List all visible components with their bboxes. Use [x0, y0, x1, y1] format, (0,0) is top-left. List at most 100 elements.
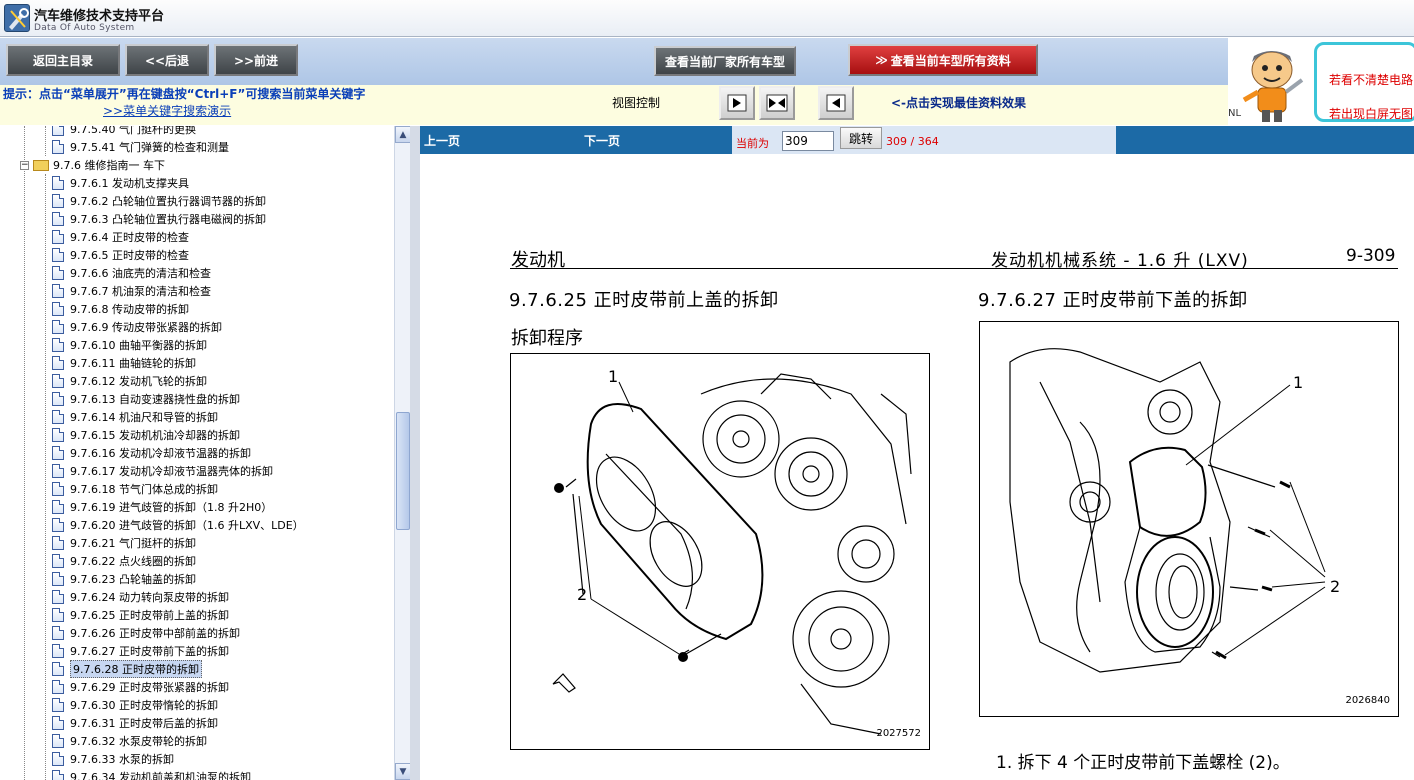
tree-item-label: 9.7.6.17 发动机冷却液节温器壳体的拆卸: [70, 465, 273, 478]
tree-item-label: 9.7.6.30 正时皮带惰轮的拆卸: [70, 699, 218, 712]
tree-item[interactable]: 9.7.6.31 正时皮带后盖的拆卸: [52, 714, 218, 732]
view-expand-right-button[interactable]: [719, 86, 755, 120]
tree-item[interactable]: 9.7.5.41 气门弹簧的检查和测量: [52, 138, 229, 156]
next-page-link[interactable]: 下一页: [584, 132, 620, 149]
tree-item[interactable]: 9.7.6.2 凸轮轴位置执行器调节器的拆卸: [52, 192, 266, 210]
tree-item[interactable]: 9.7.6.7 机油泵的清洁和检查: [52, 282, 211, 300]
tree-item-label: 9.7.6.11 曲轴链轮的拆卸: [70, 357, 196, 370]
tree-item[interactable]: 9.7.6.12 发动机飞轮的拆卸: [52, 372, 207, 390]
tree-item-label: 9.7.6.3 凸轮轴位置执行器电磁阀的拆卸: [70, 213, 266, 226]
tree-item-label: 9.7.6.23 凸轮轴盖的拆卸: [70, 573, 196, 586]
document-icon: [52, 410, 64, 424]
figure-code-left: 2027572: [876, 728, 921, 739]
ad-panel[interactable]: 若看不清楚电路 若出现白屏无图 NL: [1228, 38, 1414, 126]
tree-item[interactable]: 9.7.6.5 正时皮带的检查: [52, 246, 189, 264]
tree-item[interactable]: 9.7.6.25 正时皮带前上盖的拆卸: [52, 606, 229, 624]
tree-item[interactable]: 9.7.6.9 传动皮带张紧器的拆卸: [52, 318, 222, 336]
scroll-thumb[interactable]: [396, 412, 410, 530]
forward-button[interactable]: >>前进: [214, 44, 298, 76]
document-icon: [52, 392, 64, 406]
prev-page-link[interactable]: 上一页: [424, 132, 460, 149]
page-nav-bar: 上一页 下一页 当前为 跳转 309 / 364: [420, 126, 1414, 154]
hint-bar: 提示：点击“菜单展开”再在键盘按“Ctrl+F”可搜索当前菜单关键字 >>菜单关…: [0, 85, 1228, 125]
header-divider: [510, 268, 1398, 269]
tree-item[interactable]: 9.7.6.28 正时皮带的拆卸: [52, 660, 202, 678]
tree-item[interactable]: 9.7.6.17 发动机冷却液节温器壳体的拆卸: [52, 462, 273, 480]
tree-item-label: 9.7.6.32 水泵皮带轮的拆卸: [70, 735, 207, 748]
document-icon: [52, 302, 64, 316]
pane-splitter[interactable]: [410, 126, 420, 780]
document-icon: [52, 126, 64, 136]
tree-item-label: 9.7.6.19 进气歧管的拆卸（1.8 升2H0）: [70, 501, 273, 514]
tree-item-label: 9.7.6.25 正时皮带前上盖的拆卸: [70, 609, 229, 622]
tree-item[interactable]: 9.7.6.19 进气歧管的拆卸（1.8 升2H0）: [52, 498, 272, 516]
view-all-docs-button[interactable]: ≫ 查看当前车型所有资料: [848, 44, 1038, 76]
tree-item[interactable]: 9.7.6.29 正时皮带张紧器的拆卸: [52, 678, 229, 696]
tree-item[interactable]: 9.7.6.34 发动机前盖和机油泵的拆卸: [52, 768, 251, 780]
view-collapse-left-button[interactable]: [818, 86, 854, 120]
tree-item[interactable]: 9.7.6.26 正时皮带中部前盖的拆卸: [52, 624, 240, 642]
tree-item-label: 9.7.6.33 水泵的拆卸: [70, 753, 174, 766]
tree-item[interactable]: 9.7.6.13 自动变速器挠性盘的拆卸: [52, 390, 240, 408]
tree-item-label: 9.7.6.16 发动机冷却液节温器的拆卸: [70, 447, 251, 460]
document-icon: [52, 446, 64, 460]
tree-folder[interactable]: − 9.7.6 维修指南一 车下: [20, 156, 165, 174]
jump-button[interactable]: 跳转: [840, 127, 882, 149]
tree-item-label: 9.7.6.13 自动变速器挠性盘的拆卸: [70, 393, 240, 406]
document-icon: [52, 680, 64, 694]
collapse-left-icon: [826, 94, 846, 112]
figure-code-right: 2026840: [1345, 695, 1390, 706]
document-icon: [52, 248, 64, 262]
tree-item[interactable]: 9.7.6.11 曲轴链轮的拆卸: [52, 354, 196, 372]
expand-right-icon: [727, 94, 747, 112]
figure-lower-timing-cover: 1 2 2026840: [979, 321, 1399, 717]
tree-item[interactable]: 9.7.6.24 动力转向泵皮带的拆卸: [52, 588, 229, 606]
document-icon: [52, 644, 64, 658]
tree-item[interactable]: 9.7.6.30 正时皮带惰轮的拆卸: [52, 696, 218, 714]
page-number-input[interactable]: [782, 131, 834, 151]
search-demo-link[interactable]: >>菜单关键字搜索演示: [103, 102, 231, 119]
document-icon: [52, 356, 64, 370]
tree-item[interactable]: 9.7.6.6 油底壳的清洁和检查: [52, 264, 211, 282]
tree-item[interactable]: 9.7.6.1 发动机支撑夹具: [52, 174, 189, 192]
tree-item[interactable]: 9.7.6.8 传动皮带的拆卸: [52, 300, 189, 318]
tree-connector: [45, 174, 46, 780]
tree-item[interactable]: 9.7.6.16 发动机冷却液节温器的拆卸: [52, 444, 251, 462]
document-icon: [52, 518, 64, 532]
scroll-up-arrow-icon[interactable]: ▲: [395, 126, 411, 143]
tree-item[interactable]: 9.7.6.18 节气门体总成的拆卸: [52, 480, 218, 498]
callout-2-right: 2: [1330, 577, 1340, 596]
view-split-button[interactable]: [759, 86, 795, 120]
tree-item[interactable]: 9.7.6.23 凸轮轴盖的拆卸: [52, 570, 196, 588]
tree-item[interactable]: 9.7.6.20 进气歧管的拆卸（1.6 升LXV、LDE）: [52, 516, 304, 534]
view-all-models-button[interactable]: 查看当前厂家所有车型: [654, 46, 796, 76]
tree-item-label: 9.7.6.8 传动皮带的拆卸: [70, 303, 189, 316]
tree-item[interactable]: 9.7.6.10 曲轴平衡器的拆卸: [52, 336, 207, 354]
timing-cover-illustration: 1 2: [552, 367, 912, 735]
tree-scrollbar[interactable]: ▲ ▼: [394, 126, 411, 780]
menu-tree: 9.7.5.40 气门挺杆的更换 9.7.5.41 气门弹簧的检查和测量 − 9.7.…: [0, 126, 394, 780]
document-icon: [52, 320, 64, 334]
doc-page-number: 9-309: [1346, 246, 1396, 266]
scroll-down-arrow-icon[interactable]: ▼: [395, 763, 411, 780]
tree-item-label: 9.7.6.20 进气歧管的拆卸（1.6 升LXV、LDE）: [70, 519, 304, 532]
tree-item[interactable]: 9.7.6.3 凸轮轴位置执行器电磁阀的拆卸: [52, 210, 266, 228]
toolbar: 返回主目录 <<后退 >>前进 查看当前厂家所有车型 ≫ 查看当前车型所有资料: [0, 38, 1228, 85]
tree-item[interactable]: 9.7.6.4 正时皮带的检查: [52, 228, 189, 246]
lower-cover-illustration: 1 2: [1009, 348, 1340, 673]
home-button[interactable]: 返回主目录: [6, 44, 120, 76]
app-subtitle: Data Of Auto System: [34, 23, 135, 33]
tree-item[interactable]: 9.7.6.14 机油尺和导管的拆卸: [52, 408, 218, 426]
tree-item-label: 9.7.6.7 机油泵的清洁和检查: [70, 285, 211, 298]
tree-item[interactable]: 9.7.6.15 发动机机油冷却器的拆卸: [52, 426, 240, 444]
tree-item[interactable]: 9.7.5.40 气门挺杆的更换: [52, 126, 196, 138]
tree-item[interactable]: 9.7.6.27 正时皮带前下盖的拆卸: [52, 642, 229, 660]
tree-item[interactable]: 9.7.6.33 水泵的拆卸: [52, 750, 174, 768]
back-button[interactable]: <<后退: [125, 44, 209, 76]
tree-item-label: 9.7.6.27 正时皮带前下盖的拆卸: [70, 645, 229, 658]
section-title-right: 9.7.6.27 正时皮带前下盖的拆卸: [978, 290, 1248, 311]
tree-item[interactable]: 9.7.6.32 水泵皮带轮的拆卸: [52, 732, 207, 750]
tree-item[interactable]: 9.7.6.21 气门挺杆的拆卸: [52, 534, 196, 552]
tree-item[interactable]: 9.7.6.22 点火线圈的拆卸: [52, 552, 196, 570]
collapse-toggle-icon[interactable]: −: [20, 160, 29, 170]
